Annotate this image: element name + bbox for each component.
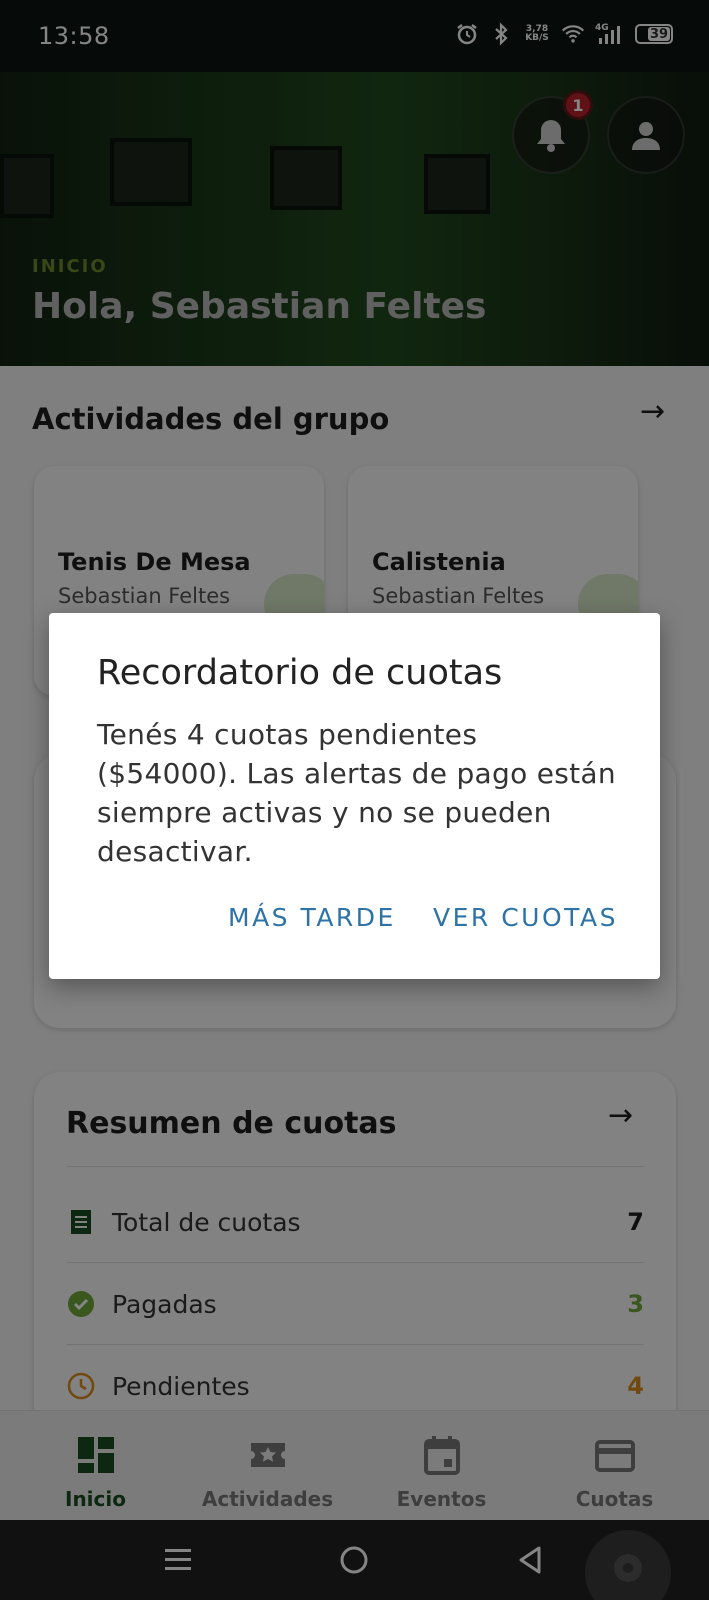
view-fees-button[interactable]: VER CUOTAS: [433, 903, 618, 932]
dialog-title: Recordatorio de cuotas: [97, 653, 503, 693]
dialog-message: Tenés 4 cuotas pendientes ($54000). Las …: [97, 718, 616, 868]
fees-reminder-dialog: Recordatorio de cuotas Tenés 4 cuotas pe…: [49, 613, 660, 979]
later-button[interactable]: MÁS TARDE: [228, 903, 396, 932]
